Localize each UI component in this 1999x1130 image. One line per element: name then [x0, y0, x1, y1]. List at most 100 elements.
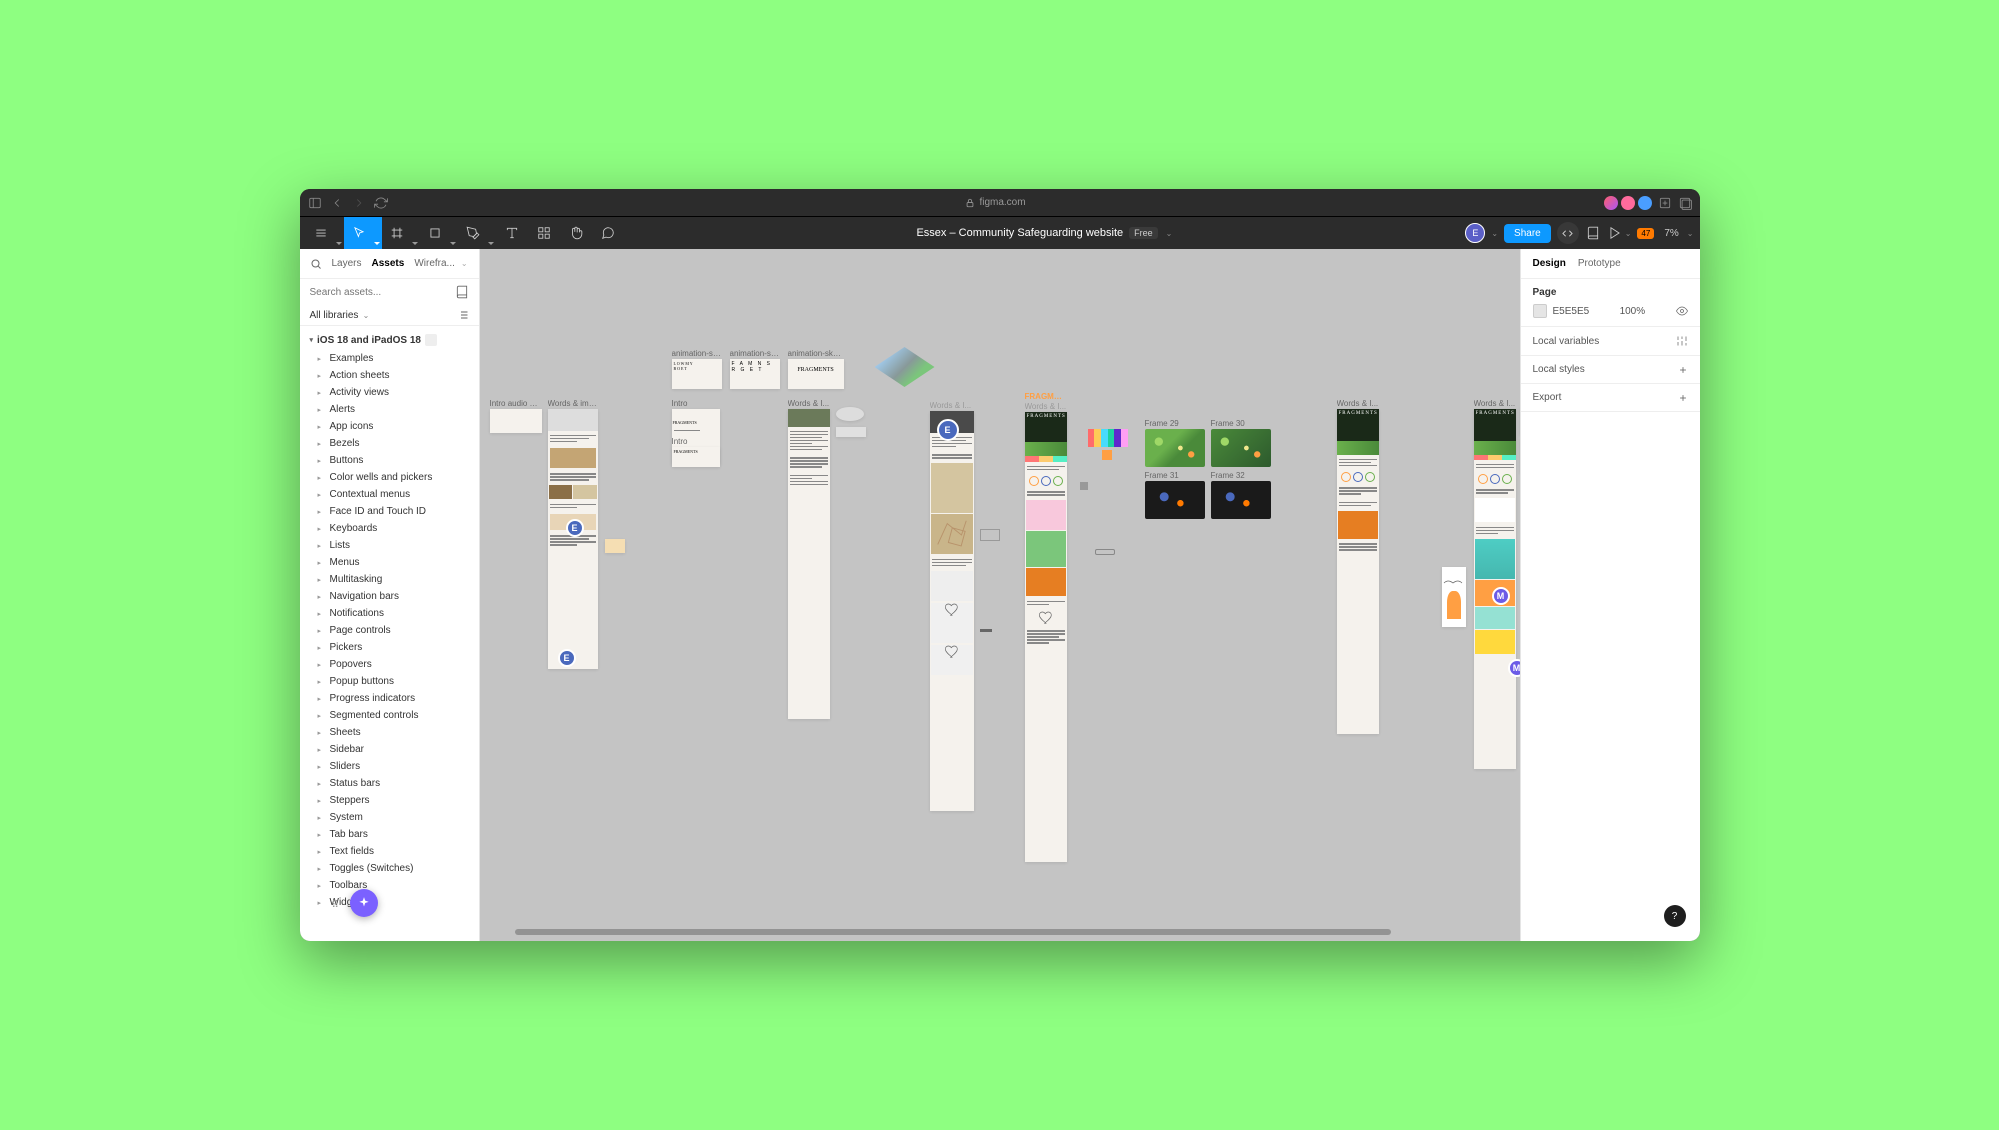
frame-label[interactable]: Frame 31 — [1145, 471, 1205, 480]
asset-item[interactable]: ▸Text fields — [300, 843, 479, 860]
frame-label[interactable]: Intro — [672, 399, 720, 408]
chevron-down-icon[interactable]: ⌄ — [1166, 229, 1173, 238]
asset-item[interactable]: ▸Popup buttons — [300, 673, 479, 690]
chevron-down-icon[interactable]: ⌄ — [360, 311, 369, 320]
library-name[interactable]: iOS 18 and iPadOS 18 — [317, 335, 421, 346]
visibility-icon[interactable] — [1676, 305, 1688, 317]
frame-label[interactable]: Words & I... — [930, 401, 974, 410]
asset-item[interactable]: ▸Color wells and pickers — [300, 469, 479, 486]
asset-item[interactable]: ▸Tab bars — [300, 826, 479, 843]
comment-tool[interactable] — [592, 217, 624, 249]
map-frame[interactable] — [1145, 429, 1205, 467]
asset-item[interactable]: ▸Toggles (Switches) — [300, 860, 479, 877]
asset-item[interactable]: ▸Status bars — [300, 775, 479, 792]
asset-search-input[interactable] — [310, 287, 455, 298]
text-tool[interactable] — [496, 217, 528, 249]
frame-label[interactable]: Frame 29 — [1145, 419, 1205, 428]
tabs-icon[interactable] — [1678, 196, 1692, 210]
list-view-icon[interactable] — [457, 309, 469, 321]
tab-design[interactable]: Design — [1533, 250, 1566, 277]
asset-item[interactable]: ▸Multitasking — [300, 571, 479, 588]
help-button[interactable]: ? — [1664, 905, 1686, 927]
map-frame[interactable] — [1145, 481, 1205, 519]
ai-assistant-button[interactable] — [350, 889, 378, 917]
tab-assets[interactable]: Assets — [372, 250, 405, 277]
frame-label[interactable]: Intro audio & v... — [490, 399, 542, 408]
document-title[interactable]: Essex – Community Safeguarding website — [916, 227, 1123, 239]
share-browser-icon[interactable] — [1658, 196, 1672, 210]
asset-item[interactable]: ▸Sidebar — [300, 741, 479, 758]
asset-item[interactable]: ▸Activity views — [300, 384, 479, 401]
chevron-down-icon[interactable]: ⌄ — [1687, 229, 1694, 238]
frame-tool[interactable] — [382, 217, 420, 249]
tab-prototype[interactable]: Prototype — [1578, 250, 1621, 277]
library-filter[interactable]: All libraries — [310, 310, 359, 321]
frame-label[interactable]: Frame 30 — [1211, 419, 1271, 428]
asset-item[interactable]: ▸Examples — [300, 350, 479, 367]
canvas[interactable]: Intro audio & v... Words & imag... E — [480, 249, 1520, 941]
asset-item[interactable]: ▸Alerts — [300, 401, 479, 418]
move-tool[interactable] — [344, 217, 382, 249]
frame-label[interactable]: animation-ske... — [730, 349, 780, 358]
hand-tool[interactable] — [560, 217, 592, 249]
main-menu-button[interactable] — [306, 217, 344, 249]
shape-tool[interactable] — [420, 217, 458, 249]
map-frame[interactable] — [1211, 429, 1271, 467]
dev-mode-button[interactable] — [1557, 222, 1579, 244]
frame-label[interactable]: Frame 32 — [1211, 471, 1271, 480]
asset-item[interactable]: ▸Action sheets — [300, 367, 479, 384]
frame-label[interactable]: animation-ske... — [672, 349, 722, 358]
page-color-swatch[interactable] — [1533, 304, 1547, 318]
frame-label[interactable]: Words & imag... — [548, 399, 598, 408]
asset-item[interactable]: ▸Face ID and Touch ID — [300, 503, 479, 520]
frame-label[interactable]: Words & I... — [788, 399, 830, 408]
library-icon[interactable] — [455, 285, 469, 299]
asset-item[interactable]: ▸Toolbars — [300, 877, 479, 894]
chevron-down-icon[interactable]: ⌄ — [461, 259, 468, 268]
frame-label[interactable]: Words & I... — [1025, 402, 1067, 411]
browser-extensions[interactable] — [1604, 196, 1652, 210]
asset-item[interactable]: ▸Keyboards — [300, 520, 479, 537]
zoom-level[interactable]: 7% — [1660, 228, 1682, 239]
chevron-down-icon[interactable]: ▾ — [310, 336, 314, 344]
page-selector[interactable]: Wirefra... — [414, 250, 455, 277]
asset-item[interactable]: ▸Page controls — [300, 622, 479, 639]
asset-item[interactable]: ▸Contextual menus — [300, 486, 479, 503]
frame-label[interactable]: Words & I... — [1474, 399, 1516, 408]
reload-icon[interactable] — [374, 196, 388, 210]
asset-item[interactable]: ▸Lists — [300, 537, 479, 554]
drag-handle[interactable]: ⠿ — [332, 900, 340, 911]
frame-label[interactable]: FRAGMENTS — [1025, 392, 1067, 401]
asset-item[interactable]: ▸Widgets — [300, 894, 479, 911]
resources-tool[interactable] — [528, 217, 560, 249]
page-color-hex[interactable]: E5E5E5 — [1553, 306, 1590, 317]
asset-item[interactable]: ▸Menus — [300, 554, 479, 571]
pen-tool[interactable] — [458, 217, 496, 249]
frame-label[interactable]: Words & I... — [1337, 399, 1379, 408]
asset-item[interactable]: ▸Navigation bars — [300, 588, 479, 605]
asset-item[interactable]: ▸App icons — [300, 418, 479, 435]
plan-badge[interactable]: Free — [1129, 227, 1158, 239]
asset-item[interactable]: ▸Progress indicators — [300, 690, 479, 707]
asset-item[interactable]: ▸Segmented controls — [300, 707, 479, 724]
asset-item[interactable]: ▸Steppers — [300, 792, 479, 809]
share-button[interactable]: Share — [1504, 224, 1551, 243]
page-opacity[interactable]: 100% — [1620, 306, 1646, 317]
chevron-down-icon[interactable]: ⌄ — [1625, 229, 1632, 238]
back-icon[interactable] — [330, 196, 344, 210]
local-variables-label[interactable]: Local variables — [1533, 336, 1600, 347]
asset-item[interactable]: ▸Buttons — [300, 452, 479, 469]
asset-item[interactable]: ▸Sliders — [300, 758, 479, 775]
present-icon[interactable] — [1607, 225, 1623, 241]
settings-icon[interactable] — [1676, 335, 1688, 347]
add-icon[interactable] — [1678, 393, 1688, 403]
library-icon[interactable] — [1585, 225, 1601, 241]
local-styles-label[interactable]: Local styles — [1533, 364, 1585, 375]
asset-item[interactable]: ▸Popovers — [300, 656, 479, 673]
asset-item[interactable]: ▸Pickers — [300, 639, 479, 656]
frame-label[interactable]: Intro — [672, 437, 720, 446]
map-frame[interactable] — [1211, 481, 1271, 519]
asset-item[interactable]: ▸Bezels — [300, 435, 479, 452]
notification-badge[interactable]: 47 — [1637, 228, 1654, 239]
search-icon[interactable] — [310, 258, 322, 270]
